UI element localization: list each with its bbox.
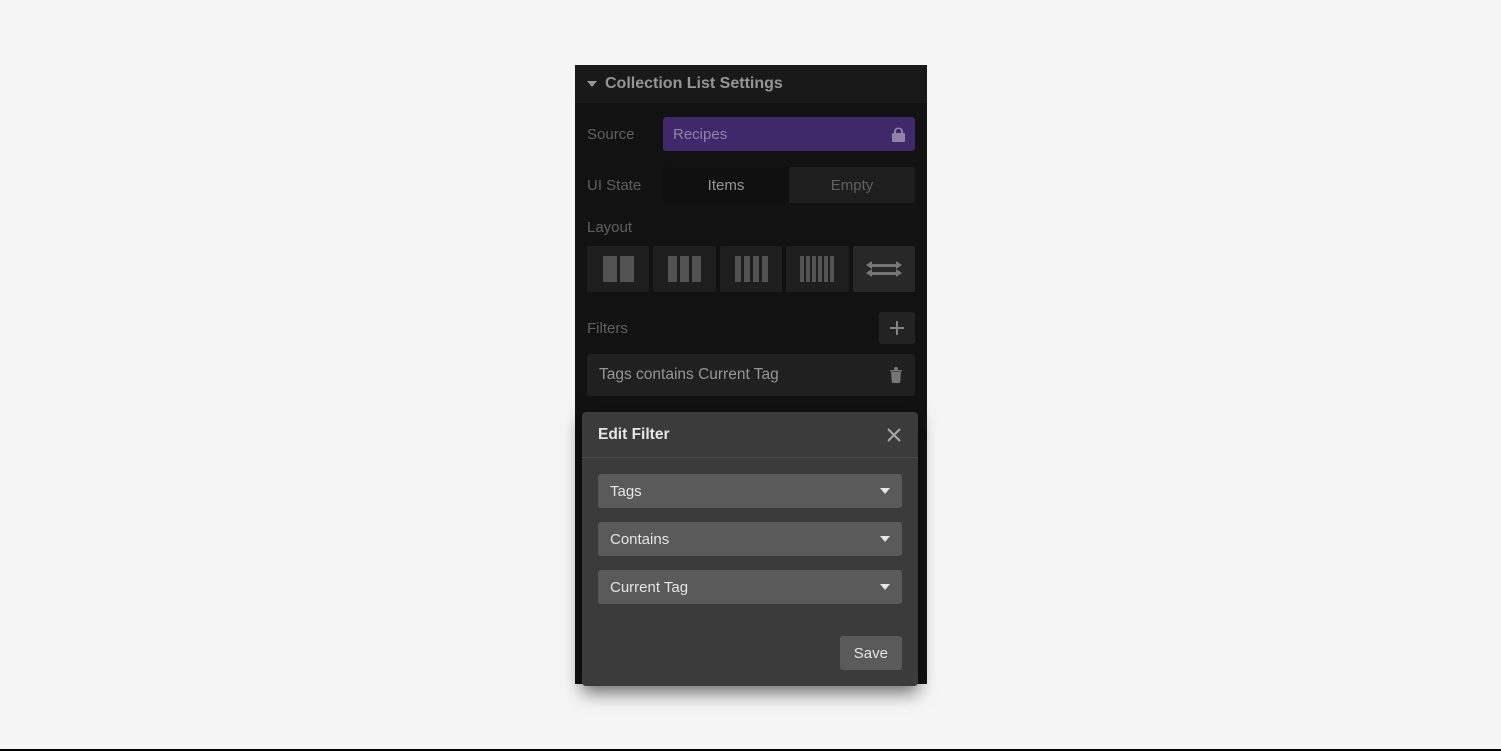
layout-4col[interactable] xyxy=(720,246,782,292)
add-filter-button[interactable] xyxy=(879,312,915,344)
layout-2col[interactable] xyxy=(587,246,649,292)
lock-icon xyxy=(892,127,905,142)
trash-icon[interactable] xyxy=(889,367,903,383)
layout-6col[interactable] xyxy=(786,246,848,292)
popover-footer: Save xyxy=(582,636,918,686)
source-label: Source xyxy=(587,126,663,143)
ui-state-row: UI State Items Empty xyxy=(587,167,915,203)
settings-panel: Collection List Settings Source Recipes … xyxy=(575,65,927,684)
filter-field-value: Tags xyxy=(610,483,642,500)
filter-operator-value: Contains xyxy=(610,531,669,548)
save-button[interactable]: Save xyxy=(840,636,902,670)
filter-operator-select[interactable]: Contains xyxy=(598,522,902,556)
ui-state-empty[interactable]: Empty xyxy=(789,167,915,203)
filters-label: Filters xyxy=(587,320,628,337)
source-row: Source Recipes xyxy=(587,117,915,151)
section-header[interactable]: Collection List Settings xyxy=(575,65,927,103)
chevron-down-icon xyxy=(880,584,890,590)
source-selector[interactable]: Recipes xyxy=(663,117,915,151)
close-icon[interactable] xyxy=(886,427,902,443)
popover-title: Edit Filter xyxy=(598,426,669,444)
filter-value-select[interactable]: Current Tag xyxy=(598,570,902,604)
panel-body: Source Recipes UI State Items Empty Layo… xyxy=(575,103,927,406)
arrows-icon xyxy=(869,264,899,267)
layout-label: Layout xyxy=(587,219,915,236)
ui-state-items[interactable]: Items xyxy=(663,167,789,203)
plus-icon xyxy=(890,321,904,335)
filters-header: Filters xyxy=(587,312,915,344)
source-value: Recipes xyxy=(673,126,727,143)
filter-field-select[interactable]: Tags xyxy=(598,474,902,508)
section-title: Collection List Settings xyxy=(605,75,783,93)
chevron-down-icon xyxy=(880,488,890,494)
collapse-triangle-icon xyxy=(587,81,597,87)
popover-body: Tags Contains Current Tag xyxy=(582,458,918,636)
chevron-down-icon xyxy=(880,536,890,542)
edit-filter-popover: Edit Filter Tags Contains Current Tag Sa… xyxy=(582,412,918,686)
layout-options xyxy=(587,246,915,292)
filter-item[interactable]: Tags contains Current Tag xyxy=(587,354,915,396)
filter-text: Tags contains Current Tag xyxy=(599,366,779,384)
layout-3col[interactable] xyxy=(653,246,715,292)
layout-full-width[interactable] xyxy=(853,246,915,292)
ui-state-segmented: Items Empty xyxy=(663,167,915,203)
arrows-icon xyxy=(869,272,899,275)
ui-state-label: UI State xyxy=(587,177,663,194)
filter-value-value: Current Tag xyxy=(610,579,688,596)
popover-header: Edit Filter xyxy=(582,412,918,458)
